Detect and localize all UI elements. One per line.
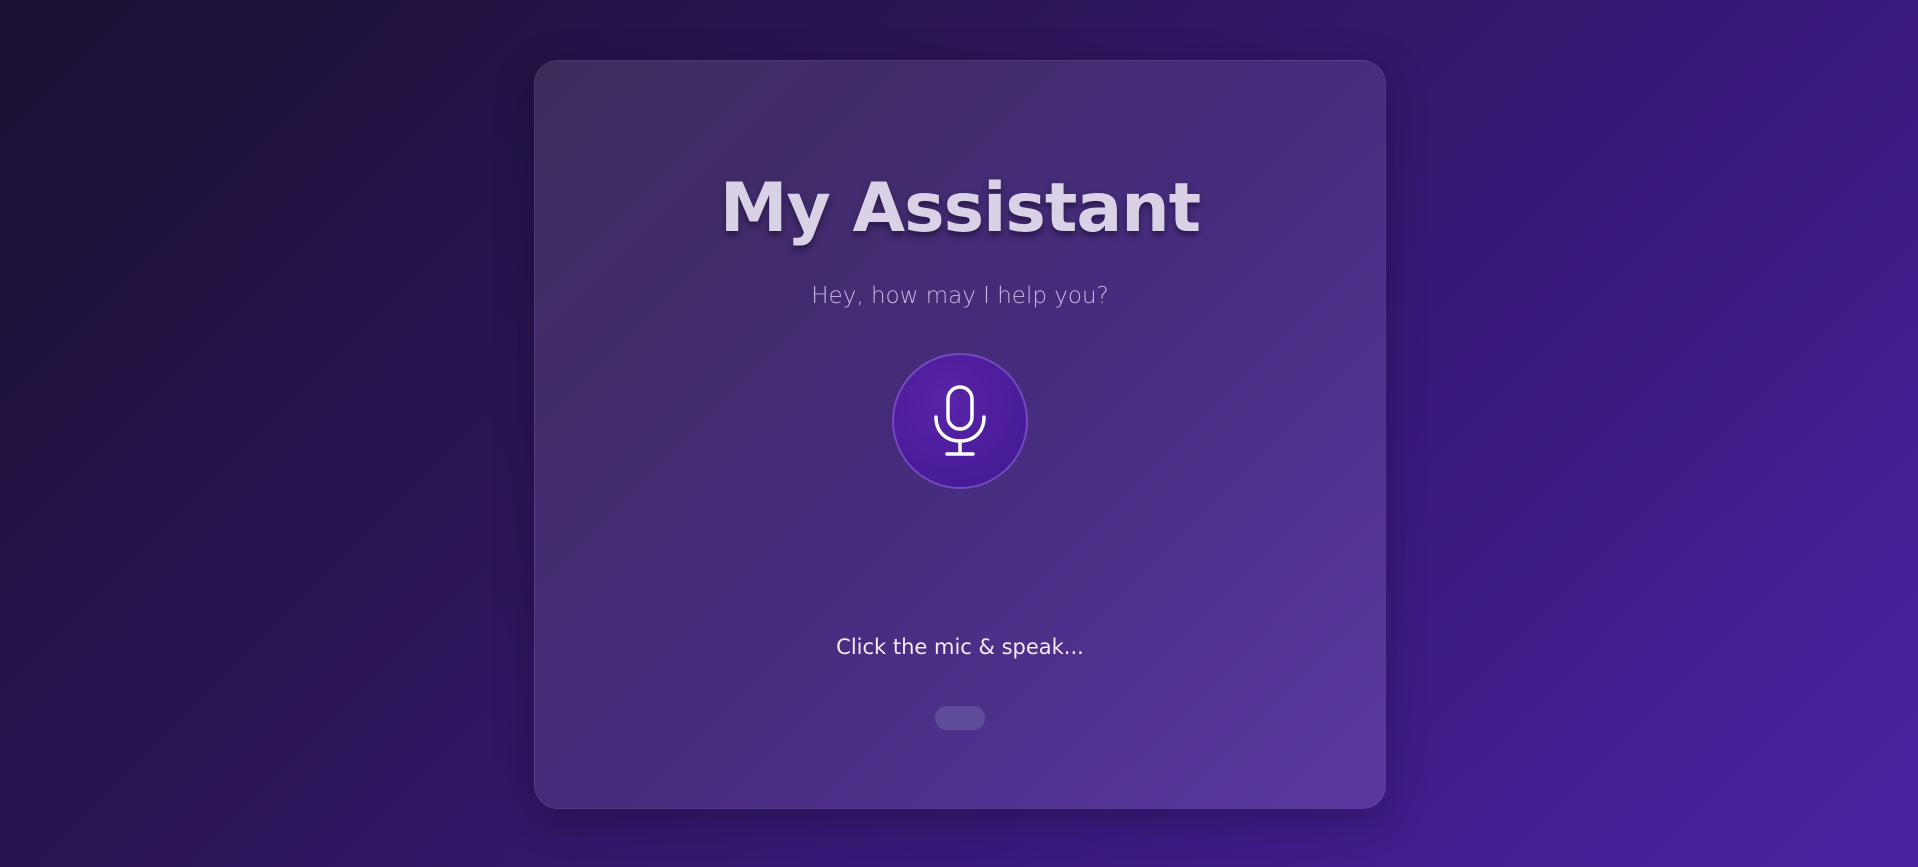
page-title: My Assistant xyxy=(719,169,1201,248)
mic-button[interactable] xyxy=(892,353,1028,489)
listening-indicator xyxy=(935,706,985,730)
microphone-icon xyxy=(932,384,988,458)
greeting-subtitle: Hey, how may I help you? xyxy=(811,283,1109,309)
assistant-card: My Assistant Hey, how may I help you? Cl… xyxy=(534,60,1386,809)
status-text: Click the mic & speak... xyxy=(836,635,1084,659)
